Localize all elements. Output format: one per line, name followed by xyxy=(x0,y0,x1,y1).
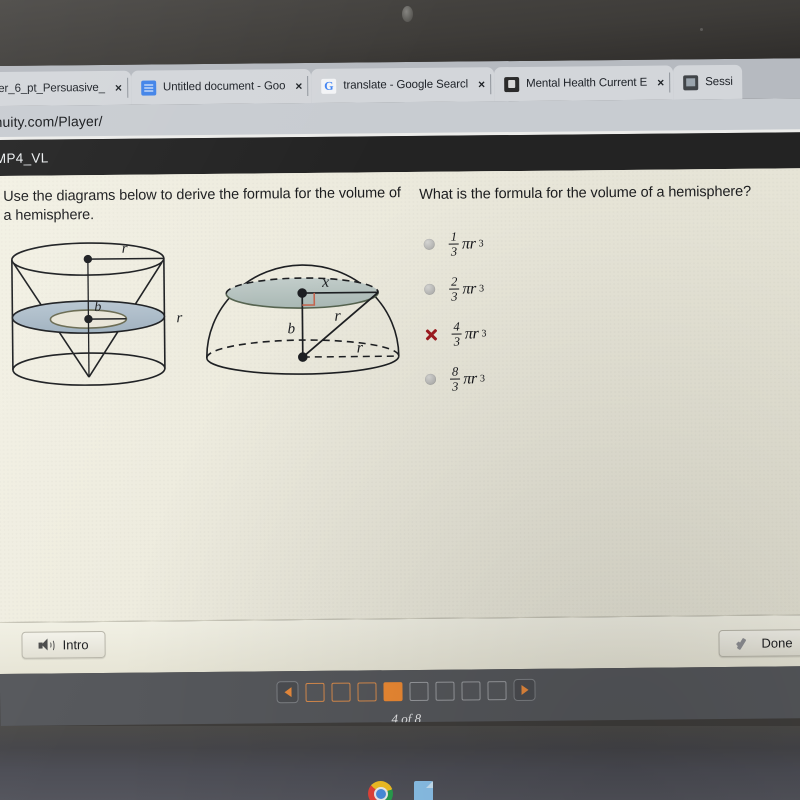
radio-button-icon[interactable] xyxy=(423,238,435,250)
google-docs-icon xyxy=(140,79,157,96)
pager-step-3[interactable] xyxy=(357,681,377,702)
diagram-group: r b r x r b r xyxy=(4,234,416,403)
radio-button-icon[interactable] xyxy=(424,373,437,385)
pager-prev-button[interactable] xyxy=(276,681,299,704)
answer-choice-2[interactable]: 4 3 πr 3 xyxy=(420,308,796,357)
close-icon[interactable]: × xyxy=(112,81,122,95)
radio-button-icon[interactable] xyxy=(424,283,436,295)
fraction-denominator: 3 xyxy=(450,378,461,394)
browser-tab-2[interactable]: G translate - Google Searcl × xyxy=(311,67,495,103)
expression-exponent: 3 xyxy=(479,283,485,295)
browser-tabstrip: er_6_pt_Persuasive_ × Untitled document … xyxy=(0,58,800,107)
expression-body: πr xyxy=(463,369,478,388)
fraction-denominator: 3 xyxy=(449,288,460,304)
expression-body: πr xyxy=(462,279,477,298)
chrome-icon[interactable] xyxy=(368,781,393,800)
question-left-column: Use the diagrams below to derive the for… xyxy=(3,184,403,386)
intro-button[interactable]: Intro xyxy=(21,630,106,659)
fraction: 1 3 xyxy=(448,229,460,259)
expression-exponent: 3 xyxy=(481,328,487,340)
check-icon xyxy=(735,636,752,650)
browser-tab-0[interactable]: er_6_pt_Persuasive_ × xyxy=(0,70,132,107)
browser-tab-4[interactable]: Sessi xyxy=(673,64,742,100)
tab-title: er_6_pt_Persuasive_ xyxy=(0,81,106,95)
pager-status: 4 of 8 xyxy=(391,710,422,726)
pager-step-1[interactable] xyxy=(305,682,325,702)
expression-exponent: 3 xyxy=(479,373,485,385)
done-button[interactable]: Done xyxy=(718,629,800,658)
label-cylinder-top-r: r xyxy=(122,241,128,257)
label-hemisphere-b: b xyxy=(287,321,295,337)
question-right-column: What is the formula for the volume of a … xyxy=(419,182,797,402)
google-icon: G xyxy=(321,78,337,94)
question-prompt: What is the formula for the volume of a … xyxy=(419,183,752,203)
pager-step-4[interactable] xyxy=(383,681,403,701)
tab-title: Sessi xyxy=(705,75,733,89)
fraction-numerator: 8 xyxy=(451,364,459,379)
laptop-bezel xyxy=(0,0,800,68)
bezel-speck xyxy=(700,28,703,31)
pager-step-2[interactable] xyxy=(331,682,351,702)
laptop-photo: er_6_pt_Persuasive_ × Untitled document … xyxy=(0,0,800,800)
fraction-numerator: 2 xyxy=(451,274,458,289)
expression-exponent: 3 xyxy=(478,238,484,250)
expression-body: πr xyxy=(464,324,479,342)
expression-body: πr xyxy=(461,234,476,253)
label-hemisphere-r-base: r xyxy=(357,339,364,356)
fraction-numerator: 1 xyxy=(450,229,457,244)
fraction-numerator: 4 xyxy=(453,319,460,334)
pager-area: 4 of 8 xyxy=(0,666,800,726)
instruction-text: Use the diagrams below to derive the for… xyxy=(3,185,401,224)
answer-expression: 8 3 πr 3 xyxy=(450,364,485,394)
hemisphere-diagram xyxy=(206,264,400,375)
desktop-taskbar xyxy=(0,726,800,800)
pager xyxy=(276,678,536,704)
label-hemisphere-r-slant: r xyxy=(334,308,341,325)
pager-step-8[interactable] xyxy=(487,680,507,700)
app-title: MP4_VL xyxy=(0,149,49,166)
browser-tab-3[interactable]: Mental Health Current E × xyxy=(493,65,674,102)
geometry-diagrams-svg: r b r x r b r xyxy=(11,241,400,386)
label-cylinder-b: b xyxy=(94,300,101,315)
fraction: 2 3 xyxy=(449,274,460,304)
laptop-screen: er_6_pt_Persuasive_ × Untitled document … xyxy=(0,58,800,726)
pager-step-6[interactable] xyxy=(435,681,455,701)
document-icon xyxy=(504,76,520,92)
pager-next-button[interactable] xyxy=(513,678,536,702)
pager-step-5[interactable] xyxy=(409,681,429,701)
fraction-denominator: 3 xyxy=(451,333,462,349)
intro-button-label: Intro xyxy=(62,637,89,653)
answer-expression: 4 3 πr 3 xyxy=(451,319,487,349)
tab-title: Untitled document - Goo xyxy=(162,80,286,94)
answer-choice-1[interactable]: 2 3 πr 3 xyxy=(420,263,796,312)
answer-choice-list: 1 3 πr 3 2 3 πr 3 4 3 πr 3 8 3 πr 3 xyxy=(420,218,798,402)
answer-expression: 2 3 πr 3 xyxy=(449,274,485,304)
close-icon[interactable]: × xyxy=(654,76,664,90)
cylinder-cone-diagram xyxy=(11,242,166,386)
label-hemisphere-x: x xyxy=(321,274,329,291)
browser-tab-1[interactable]: Untitled document - Goo × xyxy=(130,68,312,105)
close-icon[interactable]: × xyxy=(475,77,485,91)
close-icon[interactable]: × xyxy=(292,79,302,93)
answer-choice-3[interactable]: 8 3 πr 3 xyxy=(421,353,797,402)
url-text: nuity.com/Player/ xyxy=(0,112,103,130)
tab-title: Mental Health Current E xyxy=(526,76,648,90)
pager-step-7[interactable] xyxy=(461,680,481,701)
incorrect-x-icon xyxy=(425,328,438,341)
label-cylinder-side-r: r xyxy=(176,310,182,326)
fraction: 4 3 xyxy=(451,319,462,349)
lesson-toolbar: Intro Done xyxy=(0,614,800,674)
answer-expression: 1 3 πr 3 xyxy=(448,229,484,259)
done-button-label: Done xyxy=(761,635,793,651)
answer-choice-0[interactable]: 1 3 πr 3 xyxy=(420,218,796,267)
image-icon xyxy=(683,74,699,90)
tab-title: translate - Google Searcl xyxy=(343,78,469,92)
webcam-icon xyxy=(402,6,413,22)
file-icon[interactable] xyxy=(414,781,433,800)
speaker-icon xyxy=(38,638,55,651)
fraction-denominator: 3 xyxy=(448,243,460,259)
lesson-content: Use the diagrams below to derive the for… xyxy=(0,168,800,622)
fraction: 8 3 xyxy=(450,364,461,394)
